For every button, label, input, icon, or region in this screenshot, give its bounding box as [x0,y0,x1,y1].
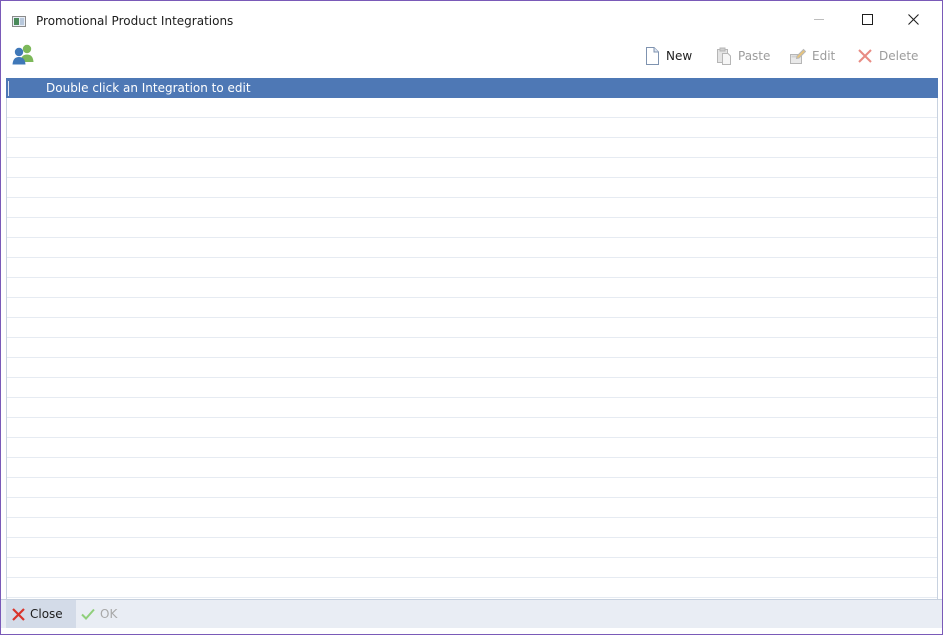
minimize-button[interactable] [796,1,842,37]
paste-button[interactable]: Paste [716,46,770,66]
delete-label: Delete [879,49,919,63]
paste-label: Paste [738,49,771,63]
maximize-button[interactable] [844,1,890,37]
delete-button[interactable]: Delete [857,46,918,66]
new-document-icon [644,47,660,65]
integrations-window: Promotional Product Integrations New Pas… [0,0,943,635]
close-x-icon [12,607,25,621]
toolbar: New Paste Edit Delete [1,37,942,74]
ok-button[interactable]: OK [81,600,117,628]
grid-header: Double click an Integration to edit [6,78,938,98]
close-label: Close [30,607,63,621]
maximize-icon [861,13,873,25]
new-button[interactable]: New [644,46,692,66]
window-title: Promotional Product Integrations [36,14,234,28]
integrations-list[interactable] [6,98,938,599]
edit-icon [790,47,807,65]
checkmark-icon [81,608,95,620]
close-icon [907,13,919,25]
users-icon [12,44,34,65]
row-indicator-column [8,81,9,96]
paste-icon [716,47,732,65]
edit-label: Edit [812,49,836,63]
edit-button[interactable]: Edit [790,46,835,66]
window-close-button[interactable] [890,1,936,37]
footer-bar: Close OK [1,599,942,628]
title-bar[interactable]: Promotional Product Integrations [1,1,942,37]
close-button[interactable]: Close [6,600,76,628]
new-label: New [666,49,693,63]
ok-label: OK [100,607,118,621]
delete-x-icon [857,47,873,65]
app-window-icon [12,16,26,27]
minimize-icon [814,19,824,20]
grid-hint-text: Double click an Integration to edit [46,81,251,95]
